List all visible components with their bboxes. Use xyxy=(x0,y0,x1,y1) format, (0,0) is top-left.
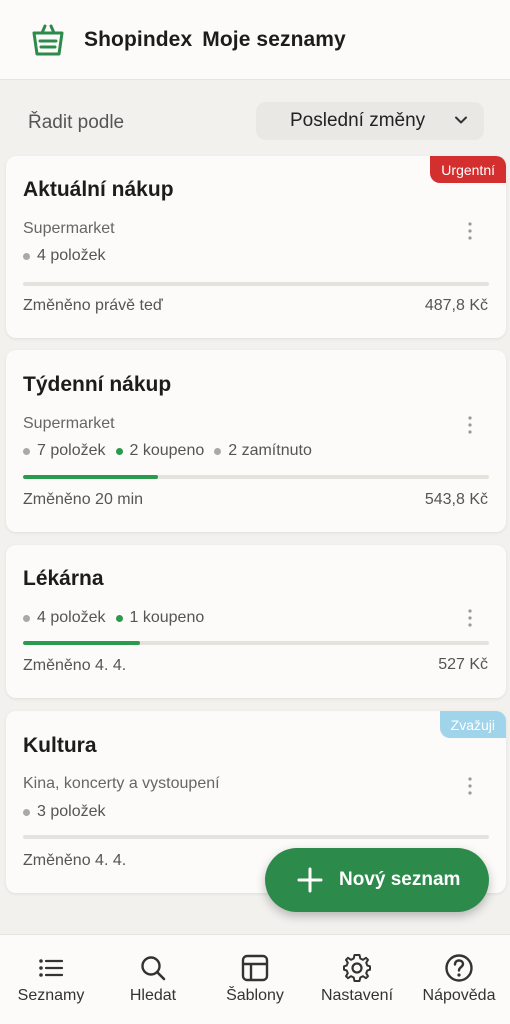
nav-label: Hledat xyxy=(129,987,177,1004)
meta-item: 4 položek xyxy=(23,247,106,265)
more-vert-icon[interactable] xyxy=(468,416,472,434)
sort-label: Řadit podle xyxy=(28,112,125,133)
nav-label: Nápověda xyxy=(422,987,496,1004)
title-text: Moje seznamy xyxy=(202,27,346,51)
bottom-nav: Seznamy Hledat Šablony Nastavení Nápověd… xyxy=(0,934,510,1024)
nav-item-lists[interactable]: Seznamy xyxy=(0,935,102,1024)
sort-bar: Řadit podle Poslední změny xyxy=(0,100,510,144)
template-icon xyxy=(241,954,269,982)
list-store: Supermarket xyxy=(23,220,115,237)
list-meta: 7 položek 2 koupeno 2 zamítnuto xyxy=(23,442,322,460)
progress-bar xyxy=(23,475,489,479)
meta-item: 1 koupeno xyxy=(115,609,205,627)
list-title: Kultura xyxy=(23,734,97,757)
list-card[interactable]: Urgentní Aktuální nákup Supermarket 4 po… xyxy=(6,156,506,338)
list-title: Týdenní nákup xyxy=(23,373,172,396)
meta-text: 2 zamítnuto xyxy=(228,442,312,459)
progress-fill xyxy=(23,641,140,645)
more-vert-icon[interactable] xyxy=(468,609,472,627)
list-changed: Změněno 4. 4. xyxy=(23,852,127,869)
list-changed: Změněno právě teď xyxy=(23,297,163,314)
page-title: Shopindex Moje seznamy xyxy=(84,28,356,52)
list-meta: 3 položek xyxy=(23,803,116,821)
meta-text: 1 koupeno xyxy=(129,609,205,626)
list-price: 527 Kč xyxy=(438,656,488,673)
shopping-bag-icon xyxy=(32,24,64,55)
meta-item: 2 koupeno xyxy=(115,442,205,460)
list-store: Supermarket xyxy=(23,415,115,432)
gear-icon xyxy=(343,954,371,982)
nav-label: Nastavení xyxy=(320,987,394,1004)
new-list-label: Nový seznam xyxy=(339,869,461,890)
new-list-button[interactable]: Nový seznam xyxy=(265,848,489,912)
list-title: Aktuální nákup xyxy=(23,178,174,201)
nav-item-templates[interactable]: Šablony xyxy=(204,935,306,1024)
list-meta: 4 položek xyxy=(23,247,116,265)
nav-label: Šablony xyxy=(226,987,284,1004)
app-header: Shopindex Moje seznamy xyxy=(0,0,510,80)
progress-bar xyxy=(23,641,489,645)
status-dot xyxy=(23,614,30,622)
meta-text: 4 položek xyxy=(37,609,106,626)
list-store: Kina, koncerty a vystoupení xyxy=(23,775,220,792)
nav-label: Seznamy xyxy=(17,987,85,1004)
meta-item: 4 položek xyxy=(23,609,106,627)
meta-text: 4 položek xyxy=(37,247,106,264)
meta-text: 2 koupeno xyxy=(129,442,205,459)
list-changed: Změněno 20 min xyxy=(23,491,144,508)
sort-selected-value: Poslední změny xyxy=(290,110,426,131)
nav-item-help[interactable]: Nápověda xyxy=(408,935,510,1024)
more-vert-icon[interactable] xyxy=(468,777,472,795)
urgent-badge: Urgentní xyxy=(430,156,506,183)
meta-item: 2 zamítnuto xyxy=(214,442,312,460)
help-icon xyxy=(445,954,473,982)
list-title: Lékárna xyxy=(23,567,104,590)
sort-select[interactable]: Poslední změny xyxy=(256,102,484,140)
list-card[interactable]: Týdenní nákup Supermarket 7 položek 2 ko… xyxy=(6,350,506,532)
more-vert-icon[interactable] xyxy=(468,222,472,240)
brand-name: Shopindex xyxy=(84,27,193,51)
status-dot xyxy=(23,808,30,816)
search-icon xyxy=(141,956,166,981)
considering-badge: Zvažuji xyxy=(439,711,506,738)
list-changed: Změněno 4. 4. xyxy=(23,657,127,674)
status-dot xyxy=(23,447,30,455)
list-price: 487,8 Kč xyxy=(424,297,488,314)
progress-fill xyxy=(23,475,159,479)
progress-bar xyxy=(23,835,489,839)
meta-item: 7 položek xyxy=(23,442,106,460)
status-dot xyxy=(115,447,123,455)
list-price: 543,8 Kč xyxy=(424,491,488,508)
nav-item-search[interactable]: Hledat xyxy=(102,935,204,1024)
progress-bar xyxy=(23,282,489,286)
meta-item: 3 položek xyxy=(23,803,106,821)
meta-text: 3 položek xyxy=(37,803,106,820)
chevron-down-icon xyxy=(455,116,467,124)
status-dot xyxy=(23,252,30,260)
status-dot xyxy=(115,614,123,622)
nav-item-settings[interactable]: Nastavení xyxy=(306,935,408,1024)
plus-icon xyxy=(297,867,323,893)
status-dot xyxy=(214,447,222,455)
meta-text: 7 položek xyxy=(37,442,106,459)
list-card[interactable]: Lékárna 4 položek 1 koupeno Změněno 4. 4… xyxy=(6,545,506,698)
list-icon xyxy=(39,959,64,977)
list-meta: 4 položek 1 koupeno xyxy=(23,609,214,627)
